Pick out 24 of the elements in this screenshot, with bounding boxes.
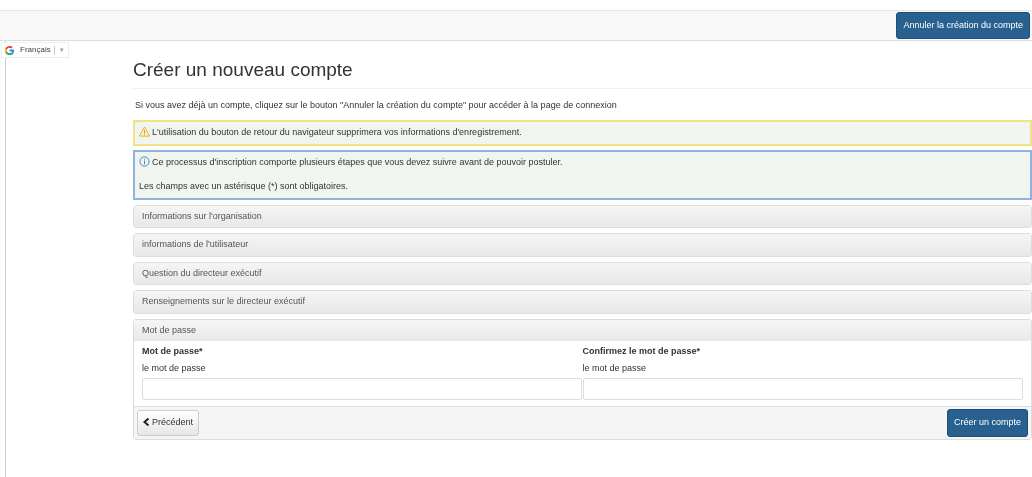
- section-header[interactable]: Mot de passe: [134, 319, 1031, 342]
- cancel-button[interactable]: Annuler la création du compte: [896, 11, 1030, 40]
- page-title: Créer un nouveau compte: [133, 59, 1032, 89]
- alert-text: L'utilisation du bouton de retour du navigateur supprimera vos informations d'enregistrement.: [152, 127, 522, 138]
- section-header[interactable]: Informations sur l'organisation: [134, 205, 1031, 228]
- intro-text: Si vous avez déjà un compte, cliquez sur le bouton "Annuler la création du compte" pour accéder à la page de connexion: [135, 98, 618, 112]
- section-header[interactable]: informations de l'utilisateur: [134, 234, 1031, 256]
- section-header[interactable]: Question du directeur exécutif: [134, 262, 1031, 285]
- field-label: Confirmez le mot de passe*: [582, 345, 702, 359]
- google-logo-icon: [4, 44, 15, 56]
- previous-button[interactable]: Précédent: [137, 410, 200, 436]
- field-hint: le mot de passe: [142, 361, 207, 375]
- field-label: Mot de passe*: [142, 345, 204, 359]
- alert-text: Les champs avec un astérisque (*) sont obligatoires.: [139, 181, 349, 192]
- password-field[interactable]: [142, 378, 582, 401]
- field-hint: le mot de passe: [582, 361, 648, 375]
- section-header[interactable]: Renseignements sur le directeur exécutif: [134, 291, 1031, 313]
- language-label: Français: [20, 44, 51, 56]
- info-icon: [139, 155, 150, 167]
- create-account-button[interactable]: Créer un compte: [946, 409, 1028, 437]
- warning-icon: [139, 126, 150, 138]
- password-field[interactable]: [582, 378, 1023, 401]
- alert-text: Ce processus d'inscription comporte plusieurs étapes que vous devez suivre avant de pouvoir postuler.: [152, 156, 563, 167]
- chevron-left-icon: [143, 418, 150, 427]
